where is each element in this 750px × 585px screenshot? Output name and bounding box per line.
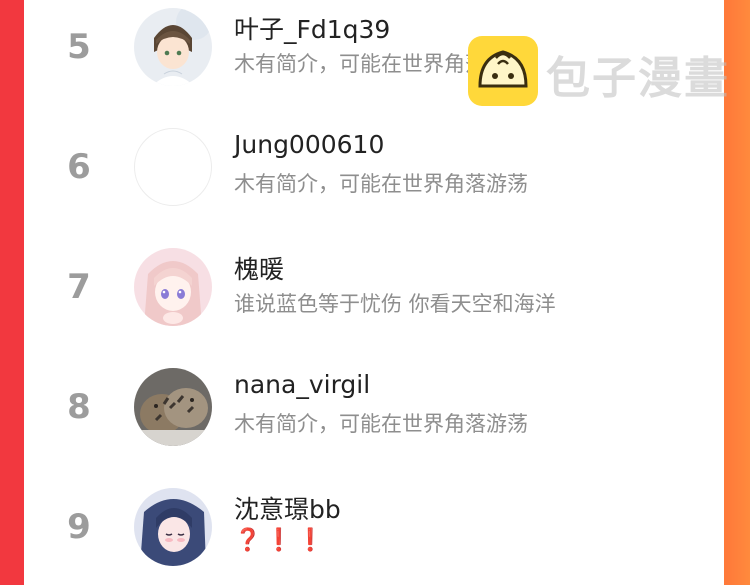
watermark-text: 包子漫畫 [546, 53, 730, 104]
user-bio: 谁说蓝色等于忧伤 你看天空和海洋 [234, 292, 556, 316]
rank-number: 5 [67, 27, 91, 67]
avatar[interactable] [134, 248, 212, 326]
username[interactable]: 槐暖 [234, 250, 284, 286]
username[interactable]: 沈意璟bb [234, 490, 341, 526]
rank-number: 8 [67, 387, 91, 427]
rank-number: 7 [67, 267, 91, 307]
follower-list-panel: 5 叶子_Fd1q39 木有简介，可能在世界角落游荡 6 Jung000610 … [24, 0, 728, 585]
avatar[interactable] [134, 488, 212, 566]
username[interactable]: Jung000610 [234, 130, 384, 159]
rank-number: 6 [67, 147, 91, 187]
list-item[interactable]: 6 Jung000610 木有简介，可能在世界角落游荡 [24, 120, 724, 220]
username[interactable]: nana_virgil [234, 370, 370, 399]
baozi-bun-icon [468, 36, 538, 106]
list-item[interactable]: 9 沈意璟bb ❓❗❗ [24, 480, 724, 580]
list-item[interactable]: 8 nana_virgil 木有简介，可能在世界角落游荡 [24, 360, 724, 460]
user-bio: 木有简介，可能在世界角落游荡 [234, 172, 528, 196]
rank-number: 9 [67, 507, 91, 547]
user-bio: 木有简介，可能在世界角落游荡 [234, 412, 528, 436]
user-bio: ❓❗❗ [234, 528, 329, 553]
list-item[interactable]: 7 槐暖 谁说蓝色等于忧伤 你看天空和海洋 [24, 240, 724, 340]
avatar[interactable] [134, 128, 212, 206]
avatar[interactable] [134, 8, 212, 86]
avatar[interactable] [134, 368, 212, 446]
username[interactable]: 叶子_Fd1q39 [234, 10, 390, 46]
